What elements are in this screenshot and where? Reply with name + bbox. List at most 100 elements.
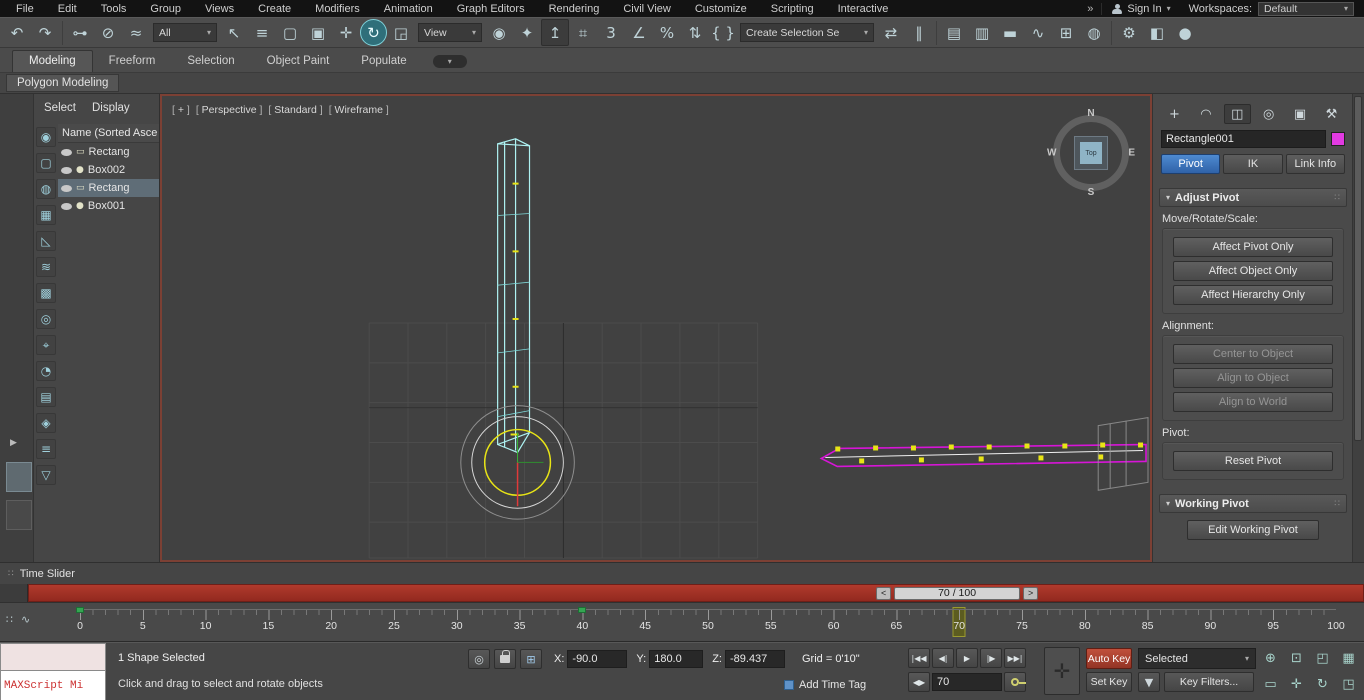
ribbon-tab-populate[interactable]: Populate	[345, 51, 422, 72]
command-panel-scrollbar[interactable]	[1352, 94, 1364, 562]
select-object-icon[interactable]: ↖	[220, 19, 248, 46]
select-and-move-icon[interactable]: ✛	[332, 19, 360, 46]
viewport-layout-tab-a[interactable]	[6, 462, 32, 492]
menu-item[interactable]: Edit	[46, 2, 89, 16]
frame-spinner-icon[interactable]: ◀▶	[908, 672, 930, 692]
menu-item[interactable]: Views	[193, 2, 246, 16]
scrollbar-thumb[interactable]	[1354, 96, 1362, 441]
maxscript-label[interactable]: MAXScript Mi	[0, 671, 106, 700]
percent-snap-icon[interactable]: %	[653, 19, 681, 46]
menu-item[interactable]: Modifiers	[303, 2, 372, 16]
snaps-toggle-icon[interactable]: 3	[597, 19, 625, 46]
box-wireframe[interactable]	[1097, 417, 1149, 491]
explorer-tool-icon[interactable]: ◔	[36, 361, 56, 381]
explorer-tool-icon[interactable]: ⌖	[36, 335, 56, 355]
viewport-canvas[interactable]	[162, 96, 1150, 560]
redo-icon[interactable]: ↷	[31, 19, 59, 46]
link-info-mode-button[interactable]: Link Info	[1285, 154, 1345, 174]
playback-button[interactable]: ◀|	[932, 648, 954, 668]
viewport-layout-tab-b[interactable]	[6, 500, 32, 530]
scene-object-row[interactable]: ▭ Rectang	[58, 143, 159, 161]
reset-pivot-button[interactable]: Reset Pivot	[1173, 451, 1333, 471]
mini-curve-editor-icon[interactable]: ∿	[21, 613, 30, 626]
time-slider-grip-icon[interactable]: ∷	[8, 569, 14, 579]
menu-item[interactable]: Interactive	[826, 2, 901, 16]
playback-button[interactable]: |▶	[980, 648, 1002, 668]
spinner-snap-icon[interactable]: ⇅	[681, 19, 709, 46]
ik-mode-button[interactable]: IK	[1223, 154, 1283, 174]
working-pivot-rollout-header[interactable]: ▾ Working Pivot ∷	[1159, 494, 1347, 513]
select-and-manipulate-icon[interactable]: ✦	[513, 19, 541, 46]
magenta-spline-object[interactable]	[819, 442, 1147, 468]
keyboard-shortcut-override-icon[interactable]: ⌗	[569, 19, 597, 46]
explorer-tool-icon[interactable]: ◍	[36, 179, 56, 199]
menu-item[interactable]: Create	[246, 2, 303, 16]
toggle-scene-explorer-icon[interactable]: ▤	[940, 19, 968, 46]
utilities-tab-icon[interactable]: ⚒	[1318, 104, 1345, 124]
add-time-tag[interactable]: Add Time Tag	[784, 679, 866, 691]
timeline-ruler[interactable]: 0 5 10 15 20 25 30 35 40 45 50 55 60 65 70 75 80 85 90 95 10…	[76, 607, 1345, 637]
menu-item[interactable]: Graph Editors	[445, 2, 537, 16]
explorer-tool-icon[interactable]: ≋	[36, 257, 56, 277]
viewcube-east[interactable]: E	[1128, 148, 1135, 159]
viewcube[interactable]: N W E S Top	[1047, 108, 1135, 198]
workspace-dropdown[interactable]: Default ▾	[1258, 1, 1354, 16]
window-crossing-icon[interactable]: ▣	[304, 19, 332, 46]
select-and-link-icon[interactable]: ⊶	[66, 19, 94, 46]
perspective-viewport[interactable]: + Perspective Standard Wireframe	[160, 94, 1152, 562]
y-coordinate-field[interactable]	[649, 650, 704, 668]
schematic-view-icon[interactable]: ⊞	[1052, 19, 1080, 46]
explorer-column-header[interactable]: Name (Sorted Asce	[58, 124, 159, 143]
current-frame-field[interactable]	[932, 673, 1002, 691]
motion-tab-icon[interactable]: ◎	[1255, 104, 1282, 124]
display-tab-icon[interactable]: ▣	[1287, 104, 1314, 124]
z-coordinate-field[interactable]	[724, 650, 785, 668]
explorer-tool-icon[interactable]: ◈	[36, 413, 56, 433]
viewcube-top-face[interactable]: Top	[1074, 136, 1108, 170]
maxscript-mini-listener[interactable]: MAXScript Mi	[0, 643, 106, 700]
viewport-nav-icon[interactable]: ↻	[1310, 672, 1335, 697]
modify-tab-icon[interactable]: ◠	[1192, 104, 1219, 124]
selection-filter-dropdown[interactable]: All ▾	[153, 23, 217, 42]
time-slider-track[interactable]: < 70 / 100 >	[28, 584, 1364, 602]
next-frame-arrow[interactable]: >	[1023, 586, 1039, 600]
x-coordinate-field[interactable]	[567, 650, 628, 668]
render-production-icon[interactable]: ●	[1171, 19, 1199, 46]
menu-item[interactable]: Civil View	[611, 2, 682, 16]
explorer-tool-icon[interactable]: ▩	[36, 283, 56, 303]
selection-lock-icon[interactable]	[494, 649, 516, 669]
select-and-scale-icon[interactable]: ◲	[387, 19, 415, 46]
keyframe-marker[interactable]	[578, 607, 587, 613]
explorer-tool-icon[interactable]: ◺	[36, 231, 56, 251]
visibility-eye-icon[interactable]	[61, 202, 72, 210]
undo-icon[interactable]: ↶	[3, 19, 31, 46]
viewcube-south[interactable]: S	[1088, 187, 1095, 198]
time-slider-indicator[interactable]: < 70 / 100 >	[876, 586, 1039, 600]
affect-pivot-only-button[interactable]: Affect Pivot Only	[1173, 237, 1333, 257]
viewport-nav-icon[interactable]: ✛	[1284, 672, 1309, 697]
visibility-eye-icon[interactable]	[61, 148, 72, 156]
viewport-menu[interactable]: Wireframe	[329, 104, 389, 116]
playback-button[interactable]: |◀◀	[908, 648, 930, 668]
use-pivot-point-center-icon[interactable]: ◉	[485, 19, 513, 46]
menu-overflow-chevron[interactable]: »	[1079, 3, 1101, 15]
visibility-eye-icon[interactable]	[61, 166, 72, 174]
scene-object-row[interactable]: ● Box001	[58, 197, 159, 215]
render-setup-icon[interactable]: ⚙	[1115, 19, 1143, 46]
affect-object-only-button[interactable]: Affect Object Only	[1173, 261, 1333, 281]
bind-to-space-warp-icon[interactable]: ≈	[122, 19, 150, 46]
viewport-nav-icon[interactable]: ▭	[1258, 672, 1283, 697]
center-to-object-button[interactable]: Center to Object	[1173, 344, 1333, 364]
adjust-pivot-rollout-header[interactable]: ▾ Adjust Pivot ∷	[1159, 188, 1347, 207]
previous-frame-arrow[interactable]: <	[876, 586, 892, 600]
playback-button[interactable]: ▶	[956, 648, 978, 668]
align-to-object-button[interactable]: Align to Object	[1173, 368, 1333, 388]
set-key-button[interactable]: Set Key	[1086, 672, 1132, 692]
viewcube-west[interactable]: W	[1047, 148, 1056, 159]
auto-key-button[interactable]: Auto Key	[1086, 648, 1132, 669]
align-icon[interactable]: ∥	[905, 19, 933, 46]
reference-coordinate-system-dropdown[interactable]: View ▾	[418, 23, 482, 42]
rotate-gizmo[interactable]	[460, 405, 575, 520]
absolute-offset-mode-icon[interactable]: ⊞	[520, 649, 542, 669]
ribbon-minimize-toggle[interactable]: ▾	[432, 55, 467, 68]
